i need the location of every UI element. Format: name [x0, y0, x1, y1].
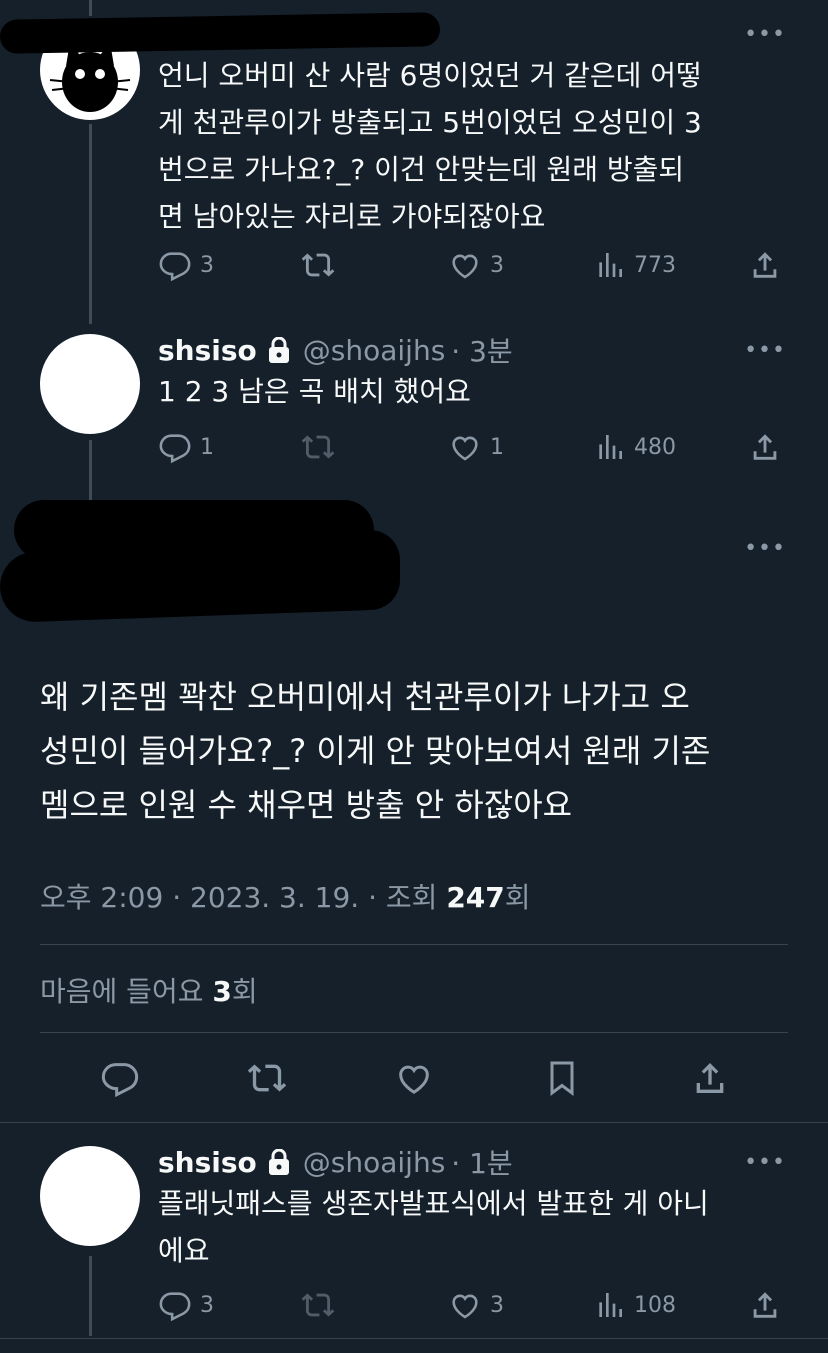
reply3-text: 플래닛패스를 생존자발표식에서 발표한 게 아니 에요 [158, 1187, 709, 1267]
reply-icon [101, 1063, 139, 1098]
reply2-actions: 1 1 480 [158, 428, 784, 468]
like-count: 3 [490, 252, 504, 278]
views-count: 108 [634, 1292, 676, 1318]
views-button[interactable]: 773 [594, 248, 676, 282]
avatar[interactable] [40, 1146, 140, 1246]
divider [40, 1032, 788, 1033]
reply-button[interactable]: 3 [158, 1288, 214, 1322]
reply-count: 1 [200, 434, 214, 460]
thread-line [89, 1256, 92, 1336]
likes-suffix: 회 [231, 975, 258, 1008]
reply-button[interactable]: 1 [158, 430, 214, 464]
like-count: 1 [490, 434, 504, 460]
share-icon [753, 434, 777, 460]
thread-line [89, 124, 92, 324]
views-chart-icon [599, 435, 622, 459]
retweet-icon [301, 435, 335, 459]
views-count: 773 [634, 252, 676, 278]
retweet-button[interactable] [300, 248, 336, 282]
likes-label: 마음에 들어요 [40, 975, 213, 1008]
avatar[interactable] [40, 334, 140, 434]
like-count: 3 [490, 1292, 504, 1318]
like-button[interactable]: 1 [448, 430, 504, 464]
share-button[interactable] [748, 430, 782, 464]
likes-summary[interactable]: 마음에 들어요 3회 [40, 970, 258, 1010]
reply-icon [159, 434, 191, 464]
handle[interactable]: @shoaijhs [303, 334, 446, 367]
reply-count: 3 [200, 252, 214, 278]
share-icon [696, 1063, 724, 1093]
timestamp[interactable]: · 3분 [451, 330, 512, 370]
lock-icon [267, 337, 291, 363]
reply2-text: 1 2 3 남은 곡 배치 했어요 [158, 375, 471, 408]
main-bookmark-button[interactable] [542, 1058, 582, 1102]
share-button[interactable] [748, 1288, 782, 1322]
view-count: 247 [446, 881, 505, 914]
handle[interactable]: @shoaijhs [303, 1146, 446, 1179]
like-button[interactable]: 3 [448, 248, 504, 282]
heart-icon [452, 254, 478, 279]
main-retweet-button[interactable] [246, 1058, 288, 1102]
view-suffix: 회 [504, 881, 531, 914]
main-like-button[interactable] [394, 1058, 434, 1102]
timestamp[interactable]: · 1분 [451, 1142, 512, 1182]
more-options-icon[interactable]: ••• [744, 338, 786, 363]
tweet-meta: 오후 2:09 · 2023. 3. 19. · 조회 247회 [40, 876, 531, 916]
divider [40, 944, 788, 945]
reply1-actions: 3 3 773 [158, 246, 784, 286]
reply-button[interactable]: 3 [158, 248, 214, 282]
main-reply-button[interactable] [100, 1058, 140, 1102]
like-button[interactable]: 3 [448, 1288, 504, 1322]
reply-icon [159, 252, 191, 282]
views-chart-icon [599, 1293, 622, 1317]
redaction-mark [70, 530, 400, 610]
heart-icon [452, 1294, 478, 1319]
divider [0, 1122, 828, 1123]
retweet-button[interactable] [300, 1288, 336, 1322]
lock-icon [267, 1149, 291, 1175]
reply3-actions: 3 3 108 [158, 1286, 784, 1326]
reply2-header: shsiso @shoaijhs · 3분 [158, 330, 513, 370]
divider [0, 1338, 828, 1339]
likes-count: 3 [212, 975, 232, 1008]
reply3-header: shsiso @shoaijhs · 1분 [158, 1142, 513, 1182]
reply1-text: 언니 오버미 산 사람 6명이었던 거 같은데 어떻 게 천관루이가 방출되고 … [158, 59, 702, 233]
more-options-icon[interactable]: ••• [744, 22, 786, 47]
retweet-icon [247, 1064, 287, 1092]
more-options-icon[interactable]: ••• [744, 536, 786, 561]
more-options-icon[interactable]: ••• [744, 1150, 786, 1175]
heart-icon [399, 1065, 429, 1094]
display-name[interactable]: shsiso [158, 334, 257, 367]
tweet-timestamp[interactable]: 오후 2:09 · 2023. 3. 19. · 조회 [40, 881, 446, 914]
retweet-icon [301, 253, 335, 277]
views-count: 480 [634, 434, 676, 460]
main-share-button[interactable] [690, 1058, 730, 1102]
retweet-button[interactable] [300, 430, 336, 464]
thread-line-top [89, 0, 92, 16]
retweet-icon [301, 1293, 335, 1317]
reply-count: 3 [200, 1292, 214, 1318]
share-button[interactable] [748, 248, 782, 282]
share-icon [753, 252, 777, 278]
display-name[interactable]: shsiso [158, 1146, 257, 1179]
views-button[interactable]: 108 [594, 1288, 676, 1322]
bookmark-icon [550, 1061, 574, 1096]
thread-line [89, 440, 92, 500]
heart-icon [452, 436, 478, 461]
redaction-mark [0, 12, 441, 54]
share-icon [753, 1292, 777, 1318]
views-button[interactable]: 480 [594, 430, 676, 464]
main-tweet-text: 왜 기존멤 꽉찬 오버미에서 천관루이가 나가고 오 성민이 들어가요?_? 이… [40, 678, 711, 824]
views-chart-icon [599, 253, 622, 277]
reply-icon [159, 1292, 191, 1322]
